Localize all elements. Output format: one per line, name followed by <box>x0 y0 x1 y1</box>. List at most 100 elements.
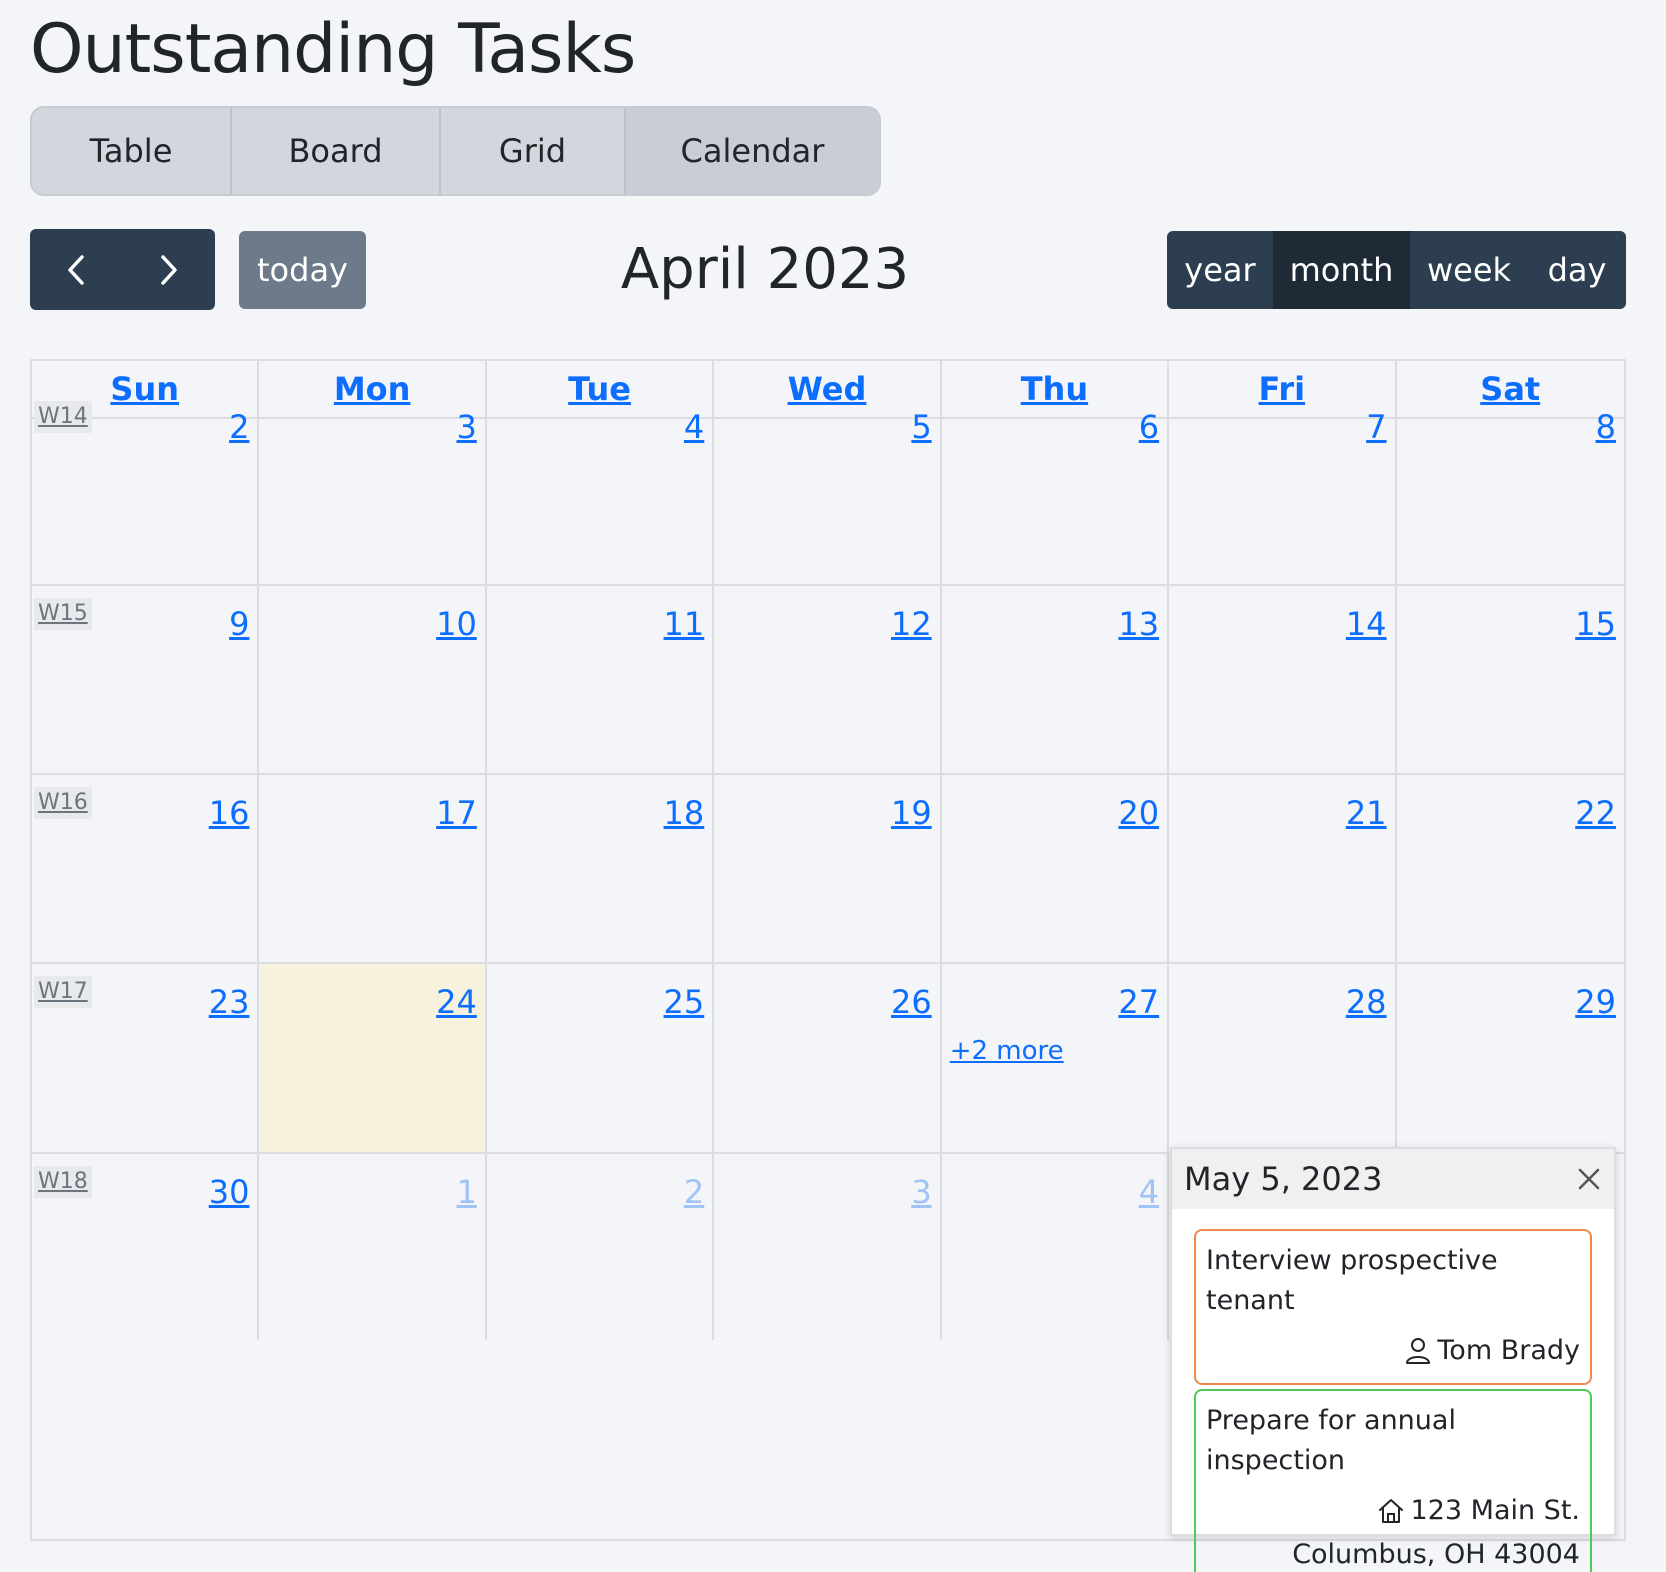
day-cell[interactable]: 19 <box>714 775 942 962</box>
day-cell[interactable]: 27 +2 more <box>942 964 1170 1152</box>
day-number[interactable]: 11 <box>664 604 705 644</box>
day-cell[interactable]: W16 16 <box>32 775 260 962</box>
day-number[interactable]: 17 <box>436 793 477 833</box>
day-number[interactable]: 13 <box>1118 604 1159 644</box>
tab-calendar[interactable]: Calendar <box>626 108 879 194</box>
event-card[interactable]: Interview prospective tenant Tom Brady <box>1194 1229 1592 1385</box>
day-number[interactable]: 12 <box>891 604 932 644</box>
day-number[interactable]: 1 <box>456 1172 476 1212</box>
day-cell-today[interactable]: 24 <box>259 964 487 1152</box>
day-number[interactable]: 8 <box>1596 407 1616 447</box>
day-number[interactable]: 3 <box>911 1172 931 1212</box>
day-cell[interactable]: 8 <box>1397 389 1624 584</box>
day-cell[interactable]: W14 2 <box>32 389 260 584</box>
week-number[interactable]: W15 <box>34 598 92 630</box>
day-number[interactable]: 30 <box>209 1172 250 1212</box>
popover-date: May 5, 2023 <box>1184 1160 1383 1198</box>
day-number[interactable]: 22 <box>1575 793 1616 833</box>
day-cell[interactable]: W18 30 <box>32 1154 260 1340</box>
day-cell[interactable]: W17 23 <box>32 964 260 1152</box>
day-number[interactable]: 4 <box>1139 1172 1159 1212</box>
today-button[interactable]: today <box>239 231 366 309</box>
range-day-button[interactable]: day <box>1528 231 1626 309</box>
day-number[interactable]: 6 <box>1139 407 1159 447</box>
day-number[interactable]: 27 <box>1118 982 1159 1022</box>
day-number[interactable]: 4 <box>684 407 704 447</box>
day-number[interactable]: 29 <box>1575 982 1616 1022</box>
day-cell[interactable]: 10 <box>259 586 487 773</box>
event-card[interactable]: Prepare for annual inspection 123 Main S… <box>1194 1389 1592 1572</box>
day-cell[interactable]: 28 <box>1169 964 1397 1152</box>
popover-header: May 5, 2023 <box>1172 1149 1614 1209</box>
day-cell[interactable]: 5 <box>714 389 942 584</box>
day-cell[interactable]: 2 <box>487 1154 715 1340</box>
day-number[interactable]: 7 <box>1366 407 1386 447</box>
day-cell[interactable]: 20 <box>942 775 1170 962</box>
day-number[interactable]: 26 <box>891 982 932 1022</box>
day-cell[interactable]: 22 <box>1397 775 1624 962</box>
range-week-button[interactable]: week <box>1410 231 1528 309</box>
day-number[interactable]: 28 <box>1346 982 1387 1022</box>
tab-grid[interactable]: Grid <box>441 108 626 194</box>
day-cell[interactable]: 15 <box>1397 586 1624 773</box>
week-row: W17 23 24 25 26 27 +2 more 28 29 <box>32 964 1624 1154</box>
close-icon[interactable] <box>1576 1166 1602 1192</box>
page-title: Outstanding Tasks <box>30 10 636 89</box>
day-cell[interactable]: 25 <box>487 964 715 1152</box>
day-cell[interactable]: 11 <box>487 586 715 773</box>
day-events-popover: May 5, 2023 Interview prospective tenant… <box>1170 1147 1616 1572</box>
chevron-left-icon <box>68 254 84 285</box>
day-number[interactable]: 19 <box>891 793 932 833</box>
day-number[interactable]: 20 <box>1118 793 1159 833</box>
range-month-button[interactable]: month <box>1273 231 1410 309</box>
day-number[interactable]: 16 <box>209 793 250 833</box>
event-title: Prepare for annual inspection <box>1206 1405 1456 1476</box>
week-row: W14 2 3 4 5 6 7 8 <box>32 389 1624 586</box>
week-number[interactable]: W14 <box>34 401 92 433</box>
day-number[interactable]: 10 <box>436 604 477 644</box>
day-number[interactable]: 5 <box>911 407 931 447</box>
day-number[interactable]: 24 <box>436 982 477 1022</box>
view-tabs: Table Board Grid Calendar <box>30 106 881 196</box>
day-cell[interactable]: 1 <box>259 1154 487 1340</box>
event-location: 123 Main St. Columbus, OH 43004 <box>1206 1489 1580 1572</box>
day-number[interactable]: 14 <box>1346 604 1387 644</box>
day-cell[interactable]: 29 <box>1397 964 1624 1152</box>
day-cell[interactable]: 18 <box>487 775 715 962</box>
range-year-button[interactable]: year <box>1167 231 1273 309</box>
day-number[interactable]: 23 <box>209 982 250 1022</box>
week-row: W15 9 10 11 12 13 14 15 <box>32 586 1624 775</box>
day-cell[interactable]: 3 <box>714 1154 942 1340</box>
day-cell[interactable]: 13 <box>942 586 1170 773</box>
tab-table[interactable]: Table <box>32 108 232 194</box>
day-cell[interactable]: 7 <box>1169 389 1397 584</box>
day-cell[interactable]: 17 <box>259 775 487 962</box>
day-number[interactable]: 3 <box>456 407 476 447</box>
day-cell[interactable]: 21 <box>1169 775 1397 962</box>
day-cell[interactable]: 26 <box>714 964 942 1152</box>
chevron-right-icon <box>161 254 177 285</box>
day-cell[interactable]: 12 <box>714 586 942 773</box>
tab-board[interactable]: Board <box>232 108 441 194</box>
day-cell[interactable]: 4 <box>487 389 715 584</box>
next-button[interactable] <box>123 229 216 310</box>
day-number[interactable]: 9 <box>229 604 249 644</box>
person-icon <box>1406 1338 1431 1364</box>
more-events-link[interactable]: +2 more <box>950 1036 1064 1066</box>
day-cell[interactable]: 14 <box>1169 586 1397 773</box>
day-cell[interactable]: 4 <box>942 1154 1170 1340</box>
day-cell[interactable]: 3 <box>259 389 487 584</box>
week-number[interactable]: W17 <box>34 976 92 1008</box>
day-number[interactable]: 25 <box>664 982 705 1022</box>
day-cell[interactable]: W15 9 <box>32 586 260 773</box>
day-number[interactable]: 18 <box>664 793 705 833</box>
prev-button[interactable] <box>30 229 123 310</box>
day-number[interactable]: 2 <box>229 407 249 447</box>
week-number[interactable]: W18 <box>34 1166 92 1198</box>
week-number[interactable]: W16 <box>34 787 92 819</box>
day-cell[interactable]: 6 <box>942 389 1170 584</box>
day-number[interactable]: 21 <box>1346 793 1387 833</box>
range-switcher: year month week day <box>1167 231 1626 309</box>
day-number[interactable]: 15 <box>1575 604 1616 644</box>
day-number[interactable]: 2 <box>684 1172 704 1212</box>
